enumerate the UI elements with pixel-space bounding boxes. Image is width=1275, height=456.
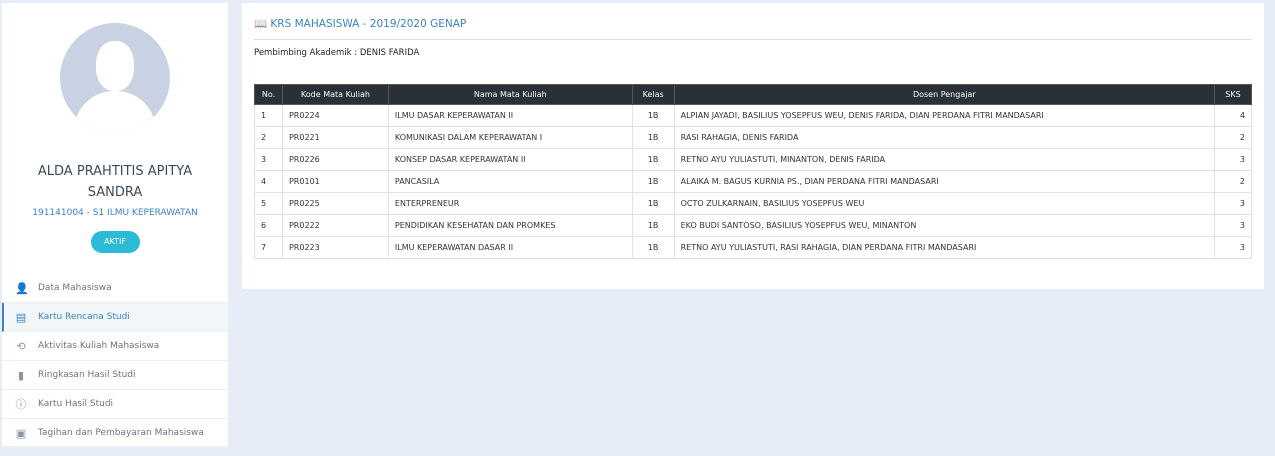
table-cell: PR0221 [281, 126, 389, 149]
table-cell: 1B [631, 236, 675, 259]
file-icon: ▮ [17, 368, 25, 382]
table-row: 2 PR0221 KOMUNIKASI DALAM KEPERAWATAN I 1B R… [254, 126, 1253, 149]
table-cell: PR0222 [281, 214, 389, 237]
table-cell: 7 [254, 236, 283, 259]
column-header: Kelas [631, 84, 675, 105]
table-cell: 6 [254, 214, 283, 237]
table-cell: 2 [254, 126, 283, 149]
sidebar-item-tagihan-dan-pembayaran-mahasiswa[interactable]: ▣ Tagihan dan Pembayaran Mahasiswa [2, 419, 228, 448]
table-cell: 2 [1213, 126, 1253, 149]
table-cell: PR0225 [281, 192, 389, 215]
krs-panel: 📖 KRS MAHASISWA - 2019/2020 GENAP Pembim… [242, 3, 1264, 289]
sidebar-item-kartu-hasil-studi[interactable]: ⓘ Kartu Hasil Studi [2, 390, 228, 419]
krs-table: No. Kode Mata Kuliah Nama Mata Kuliah Kelas… [254, 84, 1253, 259]
column-header: No. [254, 84, 283, 105]
table-cell: RETNO AYU YULIASTUTI, MINANTON, DENIS FA… [673, 148, 1215, 171]
sidebar-menu: 👤 Data Mahasiswa ▤ Kartu Rencana Studi ⟲ Akti… [2, 274, 228, 448]
table-cell: 1B [631, 148, 675, 171]
table-cell: ENTERPRENEUR [387, 192, 633, 215]
page-title: 📖 KRS MAHASISWA - 2019/2020 GENAP [254, 17, 1252, 40]
table-cell: 2 [1213, 170, 1253, 193]
table-cell: 3 [1213, 214, 1253, 237]
table-cell: PR0224 [281, 104, 389, 127]
sidebar: ALDA PRAHTITIS APITYA SANDRA 191141004 -… [2, 3, 228, 448]
column-header: Nama Mata Kuliah [387, 84, 633, 105]
table-cell: 1B [631, 192, 675, 215]
column-header: Dosen Pengajar [673, 84, 1215, 105]
column-header: SKS [1213, 84, 1253, 105]
table-cell: 4 [254, 170, 283, 193]
sidebar-item-label: Kartu Hasil Studi [38, 399, 114, 409]
table-cell: KOMUNIKASI DALAM KEPERAWATAN I [387, 126, 633, 149]
table-cell: 3 [254, 148, 283, 171]
table-cell: 1B [631, 104, 675, 127]
table-cell: ILMU DASAR KEPERAWATAN II [387, 104, 633, 127]
list-icon: ▤ [15, 310, 27, 324]
table-row: 1 PR0224 ILMU DASAR KEPERAWATAN II 1B ALPIAN… [254, 104, 1253, 127]
user-icon: 👤 [15, 281, 29, 295]
table-cell: 1B [631, 214, 675, 237]
table-cell: PR0101 [281, 170, 389, 193]
table-cell: 3 [1213, 236, 1253, 259]
history-icon: ⟲ [16, 339, 26, 353]
table-cell: PANCASILA [387, 170, 633, 193]
table-cell: ALPIAN JAYADI, BASILIUS YOSEPFUS WEU, DE… [673, 104, 1215, 127]
table-cell: KONSEP DASAR KEPERAWATAN II [387, 148, 633, 171]
table-cell: 3 [1213, 148, 1253, 171]
student-id: 191141004 - S1 ILMU KEPERAWATAN [32, 208, 198, 218]
info-icon: ⓘ [15, 398, 27, 411]
table-cell: OCTO ZULKARNAIN, BASILIUS YOSEPFUS WEU [673, 192, 1215, 215]
table-cell: PR0223 [281, 236, 389, 259]
sidebar-item-data-mahasiswa[interactable]: 👤 Data Mahasiswa [2, 274, 228, 303]
table-cell: 5 [254, 192, 283, 215]
avatar [60, 23, 170, 133]
sidebar-item-label: Tagihan dan Pembayaran Mahasiswa [38, 428, 204, 438]
table-row: 4 PR0101 PANCASILA 1B ALAIKA M. BAGUS KURNIA… [254, 170, 1253, 193]
table-cell: ALAIKA M. BAGUS KURNIA PS., DIAN PERDANA… [673, 170, 1215, 193]
table-cell: 1B [631, 126, 675, 149]
table-cell: RASI RAHAGIA, DENIS FARIDA [673, 126, 1215, 149]
table-row: 7 PR0223 ILMU KEPERAWATAN DASAR II 1B RETNO … [254, 236, 1253, 259]
table-row: 3 PR0226 KONSEP DASAR KEPERAWATAN II 1B RETN… [254, 148, 1253, 171]
book-icon: 📖 [254, 18, 268, 30]
table-cell: PENDIDIKAN KESEHATAN DAN PROMKES [387, 214, 633, 237]
money-icon: ▣ [15, 426, 27, 440]
table-row: 5 PR0225 ENTERPRENEUR 1B OCTO ZULKARNAIN, BA… [254, 192, 1253, 215]
sidebar-item-label: Aktivitas Kuliah Mahasiswa [38, 341, 160, 351]
table-row: 6 PR0222 PENDIDIKAN KESEHATAN DAN PROMKES 1… [254, 214, 1253, 237]
sidebar-item-ringkasan-hasil-studi[interactable]: ▮ Ringkasan Hasil Studi [2, 361, 228, 390]
table-cell: 1B [631, 170, 675, 193]
sidebar-item-label: Ringkasan Hasil Studi [38, 370, 136, 380]
table-cell: 3 [1213, 192, 1253, 215]
sidebar-item-label: Data Mahasiswa [38, 283, 112, 293]
table-cell: ILMU KEPERAWATAN DASAR II [387, 236, 633, 259]
academic-advisor: Pembimbing Akademik : DENIS FARIDA [254, 48, 420, 58]
student-name: ALDA PRAHTITIS APITYA SANDRA [37, 164, 193, 200]
sidebar-item-aktivitas-kuliah-mahasiswa[interactable]: ⟲ Aktivitas Kuliah Mahasiswa [2, 332, 228, 361]
status-badge: AKTIF [90, 231, 140, 253]
table-cell: PR0226 [281, 148, 389, 171]
table-cell: EKO BUDI SANTOSO, BASILIUS YOSEPFUS WEU,… [673, 214, 1215, 237]
sidebar-item-kartu-rencana-studi[interactable]: ▤ Kartu Rencana Studi [2, 303, 228, 332]
sidebar-item-label: Kartu Rencana Studi [38, 312, 130, 322]
column-header: Kode Mata Kuliah [281, 84, 389, 105]
table-cell: RETNO AYU YULIASTUTI, RASI RAHAGIA, DIAN… [673, 236, 1215, 259]
table-cell: 4 [1213, 104, 1253, 127]
table-cell: 1 [254, 104, 283, 127]
